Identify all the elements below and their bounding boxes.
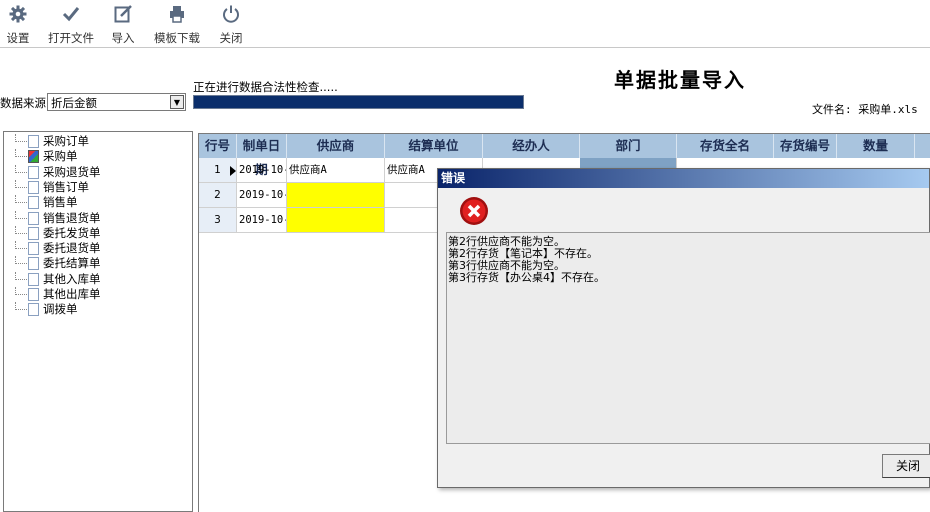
date-cell[interactable]: 2019-10- (237, 158, 287, 183)
tree-item[interactable]: 销售单 (4, 195, 192, 210)
supplier-cell-invalid[interactable] (287, 183, 385, 208)
tree-item[interactable]: 委托退货单 (4, 241, 192, 256)
document-icon (28, 211, 39, 225)
document-icon (28, 288, 39, 301)
column-header[interactable]: 供应商 (287, 134, 385, 158)
row-number[interactable]: 2 (199, 183, 237, 208)
tree-item-label: 调拨单 (43, 302, 78, 317)
chevron-down-icon[interactable]: ▼ (170, 95, 184, 109)
checking-status: 正在进行数据合法性检查..... (193, 80, 338, 94)
document-icon (28, 150, 39, 164)
edit-icon (114, 5, 132, 23)
document-icon (28, 180, 39, 194)
open-file-label: 打开文件 (48, 31, 94, 45)
tree-branch-line (15, 271, 27, 280)
column-header[interactable]: 部门 (580, 134, 677, 158)
tree-branch-line (15, 195, 27, 204)
page-title: 单据批量导入 (614, 68, 746, 92)
printer-icon (170, 6, 184, 23)
date-cell[interactable]: 2019-10- (237, 183, 287, 208)
column-header[interactable]: 行号 (199, 134, 237, 158)
tree-item-label: 销售订单 (43, 179, 89, 194)
tree-item-label: 销售单 (43, 195, 78, 210)
column-header[interactable]: 结算单位 (385, 134, 483, 158)
progress-fill (194, 96, 523, 108)
tree-item[interactable]: 委托发货单 (4, 225, 192, 241)
document-icon (28, 165, 39, 179)
tree-item[interactable]: 委托结算单 (4, 256, 192, 271)
column-header[interactable]: 数量 (837, 134, 915, 158)
tree-item[interactable]: 采购退货单 (4, 164, 192, 180)
tree-branch-line (15, 179, 27, 188)
tree-branch-line (15, 287, 27, 295)
import-label: 导入 (111, 31, 135, 45)
checkmark-icon (62, 7, 80, 22)
error-dialog: 错误 第2行供应商不能为空。 第2行存货【笔记本】不存在。 第3行供应商不能为空… (437, 168, 930, 488)
template-download-button[interactable]: 模板下载 (152, 4, 202, 46)
tree-item[interactable]: 销售订单 (4, 179, 192, 195)
tree-item[interactable]: 采购单 (4, 149, 192, 164)
tree-item[interactable]: 采购订单 (4, 134, 192, 149)
document-icon (28, 303, 39, 317)
document-icon (28, 257, 39, 271)
tree-item-label: 委托结算单 (43, 256, 101, 271)
tree-branch-line (15, 149, 27, 158)
data-source-label: 数据来源 (0, 96, 46, 110)
tree-branch-line (15, 302, 27, 311)
dialog-title[interactable]: 错误 (438, 169, 929, 188)
supplier-cell[interactable]: 供应商A (287, 158, 385, 183)
column-header[interactable]: 经办人 (483, 134, 580, 158)
tree-item-label: 采购订单 (43, 134, 89, 148)
tree-branch-line (15, 134, 27, 142)
tree-item[interactable]: 其他入库单 (4, 271, 192, 287)
template-download-label: 模板下载 (154, 31, 200, 45)
gear-icon (9, 5, 27, 23)
bill-type-tree: 采购订单 采购单 采购退货单 销售订单 销售单 销售退货单 委托发货单 委托退货单 委托结算单其… (3, 131, 193, 512)
column-header[interactable]: 制单日期 (237, 134, 287, 177)
close-app-label: 关闭 (219, 31, 243, 45)
tree-item[interactable]: 调拨单 (4, 302, 192, 317)
tree-branch-line (15, 241, 27, 250)
file-name: 文件名: 采购单.xls (812, 103, 918, 116)
import-button[interactable]: 导入 (110, 4, 136, 46)
tree-branch-line (15, 210, 27, 219)
error-message-list[interactable]: 第2行供应商不能为空。 第2行存货【笔记本】不存在。 第3行供应商不能为空。 第… (446, 232, 930, 444)
data-source-select[interactable]: 折后金额 ▼ (47, 93, 186, 111)
close-app-button[interactable]: 关闭 (218, 4, 244, 46)
document-icon (28, 135, 39, 148)
document-icon (28, 226, 39, 240)
document-icon (28, 196, 39, 210)
tree-branch-line (15, 164, 27, 173)
open-file-button[interactable]: 打开文件 (46, 4, 96, 46)
supplier-cell-invalid[interactable] (287, 208, 385, 233)
power-icon (223, 5, 239, 23)
tree-item-label: 其他出库单 (43, 287, 101, 301)
document-icon (28, 272, 39, 286)
toolbar: 设置 打开文件 导入 模板下载 关闭 (0, 0, 930, 48)
tree-item-label: 其他入库单 (43, 271, 101, 286)
settings-button[interactable]: 设置 (5, 4, 31, 46)
settings-label: 设置 (6, 31, 30, 45)
tree-branch-line (15, 225, 27, 234)
tree-item-label: 销售退货单 (43, 210, 101, 225)
tree-item-label: 采购退货单 (43, 164, 101, 179)
tree-item-label: 委托发货单 (43, 225, 101, 240)
document-icon (28, 242, 39, 256)
column-header[interactable]: 存货全名 (677, 134, 774, 158)
tree-item[interactable]: 其他出库单 (4, 287, 192, 302)
tree-branch-line (15, 256, 27, 265)
tree-item-label: 委托退货单 (43, 241, 101, 256)
progress-bar (193, 95, 524, 109)
current-row-pointer-icon (230, 166, 236, 176)
date-cell[interactable]: 2019-10- (237, 208, 287, 233)
error-message: 第3行存货【办公桌4】不存在。 (448, 271, 605, 284)
error-icon (460, 197, 488, 225)
column-header[interactable]: 存货编号 (774, 134, 837, 158)
data-source-value: 折后金额 (51, 96, 97, 110)
close-button[interactable]: 关闭 (882, 454, 930, 478)
column-header-extra (915, 134, 930, 158)
row-number[interactable]: 3 (199, 208, 237, 233)
tree-item[interactable]: 销售退货单 (4, 210, 192, 226)
tree-item-label: 采购单 (43, 149, 78, 164)
